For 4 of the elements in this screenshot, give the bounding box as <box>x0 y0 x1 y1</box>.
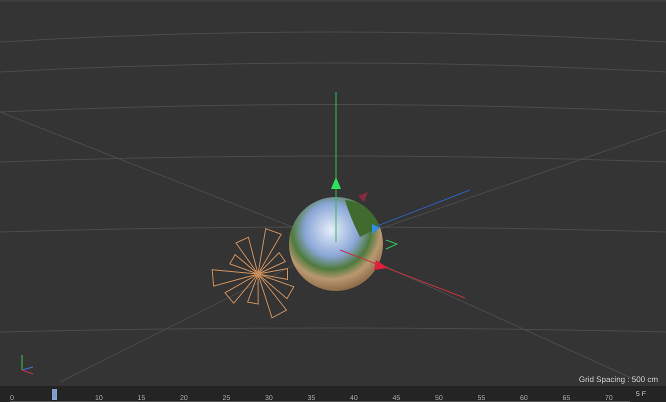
playhead-handle[interactable] <box>52 388 58 400</box>
viewport[interactable]: Grid Spacing : 500 cm <box>0 0 666 386</box>
axis-icon <box>22 354 34 374</box>
grid-spacing-label: Grid Spacing : 500 cm <box>578 375 658 384</box>
